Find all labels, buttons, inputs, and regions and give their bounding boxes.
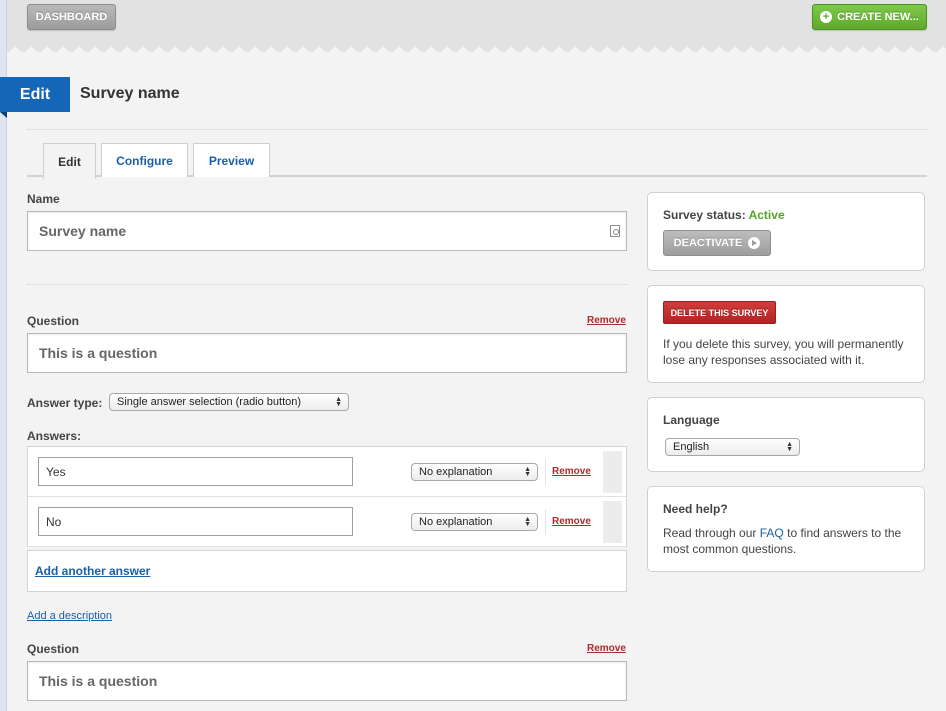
deactivate-button[interactable]: DEACTIVATE (663, 230, 771, 256)
answer-input[interactable]: No (38, 507, 353, 536)
deactivate-button-label: DEACTIVATE (673, 237, 743, 249)
tab-bar: Edit Configure Preview (27, 143, 927, 179)
survey-status: Survey status: Active (663, 208, 785, 222)
page-title: Survey name (80, 85, 180, 102)
remove-answer-link[interactable]: Remove (552, 466, 591, 477)
select-arrows-icon: ▲ ▼ (524, 516, 531, 528)
delete-warning-text: If you delete this survey, you will perm… (663, 337, 904, 367)
tab-configure-label: Configure (116, 153, 173, 168)
plus-circle-icon: + (820, 11, 833, 23)
tab-configure[interactable]: Configure (101, 143, 188, 177)
survey-name-input[interactable]: Survey name (27, 211, 627, 251)
survey-status-label: Survey status: (663, 208, 746, 222)
tab-preview-label: Preview (208, 153, 255, 168)
delete-survey-button[interactable]: DELETE THIS SURVEY (663, 301, 776, 324)
select-arrows-icon: ▲ ▼ (335, 396, 342, 408)
add-answer-box: Add another answer (27, 550, 627, 592)
help-panel: Need help? Read through our FAQ to find … (647, 486, 925, 572)
select-arrows-icon: ▲ ▼ (786, 441, 793, 453)
delete-survey-panel: DELETE THIS SURVEY If you delete this su… (647, 285, 925, 383)
survey-status-panel: Survey status: Active DEACTIVATE (647, 192, 925, 271)
tab-preview[interactable]: Preview (193, 143, 270, 177)
language-select[interactable]: English ▲ ▼ (665, 438, 800, 456)
dashboard-button[interactable]: DASHBOARD (27, 4, 116, 30)
dashboard-button-label: DASHBOARD (35, 11, 108, 23)
answer-value: No (46, 514, 62, 529)
section-divider (27, 284, 627, 285)
explanation-value: No explanation (419, 516, 493, 528)
name-label: Name (27, 192, 60, 206)
answers-label: Answers: (27, 429, 82, 443)
question-input[interactable]: This is a question (27, 333, 627, 373)
language-label: Language (663, 413, 720, 427)
explanation-select[interactable]: No explanation ▲ ▼ (411, 463, 538, 481)
tab-edit-label: Edit (58, 154, 81, 169)
tab-edit[interactable]: Edit (43, 143, 96, 179)
row-divider (545, 459, 546, 485)
language-value: English (673, 441, 710, 453)
answer-value: Yes (46, 464, 66, 479)
remove-question-link[interactable]: Remove (587, 315, 626, 326)
help-text: Read through our FAQ to find answers to … (663, 525, 918, 557)
answer-input[interactable]: Yes (38, 457, 353, 486)
faq-link[interactable]: FAQ (760, 526, 784, 540)
drag-handle[interactable] (603, 451, 622, 493)
answer-type-label: Answer type: (27, 396, 103, 410)
survey-name-value: Survey name (39, 223, 127, 239)
help-text-before: Read through our (663, 526, 757, 540)
explanation-select[interactable]: No explanation ▲ ▼ (411, 513, 538, 531)
language-panel: Language English ▲ ▼ (647, 397, 925, 472)
remove-answer-link[interactable]: Remove (552, 516, 591, 527)
header-divider (27, 129, 927, 130)
select-arrows-icon: ▲ ▼ (524, 466, 531, 478)
answers-list: Yes No explanation ▲ ▼ Remove No No expla… (27, 446, 627, 547)
remove-question-link[interactable]: Remove (587, 643, 626, 654)
question-value: This is a question (39, 673, 158, 689)
contact-card-icon (610, 225, 620, 237)
question-input[interactable]: This is a question (27, 661, 627, 701)
answer-type-value: Single answer selection (radio button) (117, 396, 302, 408)
create-new-button-label: CREATE NEW... (837, 11, 919, 23)
add-another-answer-link[interactable]: Add another answer (35, 564, 150, 578)
answer-type-select[interactable]: Single answer selection (radio button) ▲… (109, 393, 349, 411)
question-label: Question (27, 314, 80, 328)
survey-status-value: Active (748, 208, 785, 222)
edit-mode-label: Edit (19, 85, 51, 103)
edit-flag-fold (0, 112, 7, 118)
play-circle-icon (748, 237, 761, 249)
answer-row: No No explanation ▲ ▼ Remove (28, 497, 626, 547)
create-new-button[interactable]: + CREATE NEW... (812, 4, 927, 30)
question-label: Question (27, 642, 80, 656)
help-title: Need help? (663, 502, 728, 516)
add-description-link[interactable]: Add a description (27, 610, 112, 622)
row-divider (545, 509, 546, 535)
delete-survey-button-label: DELETE THIS SURVEY (670, 307, 769, 318)
answer-row: Yes No explanation ▲ ▼ Remove (28, 447, 626, 497)
drag-handle[interactable] (603, 501, 622, 543)
explanation-value: No explanation (419, 466, 493, 478)
edit-mode-flag: Edit (0, 77, 70, 112)
top-bar-zigzag-edge (7, 40, 946, 52)
question-value: This is a question (39, 345, 158, 361)
